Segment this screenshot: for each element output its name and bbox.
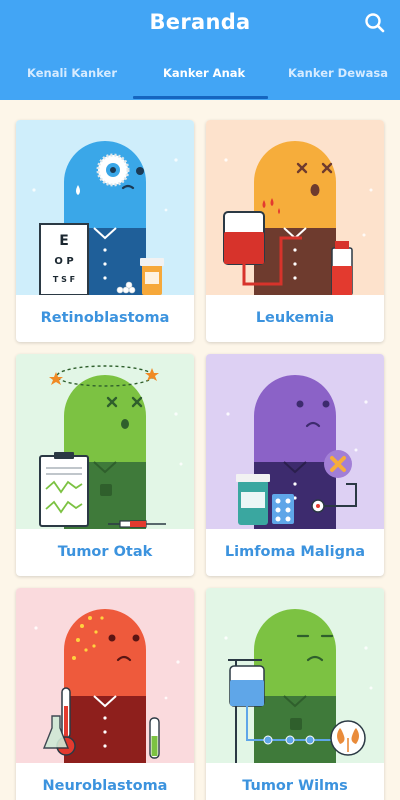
card-tumor-otak[interactable]: Tumor Otak [16, 354, 194, 576]
search-icon [365, 13, 385, 33]
card-retinoblastoma[interactable]: E O P T S F Retinoblastoma [16, 120, 194, 342]
neuroblastoma-illustration [16, 588, 194, 763]
card-tumor-wilms[interactable]: Tumor Wilms [206, 588, 384, 800]
active-tab-indicator [133, 96, 268, 99]
tab-bar: Kenali Kanker Kanker Anak Kanker Dewasa [0, 60, 400, 100]
tab-kenali-kanker[interactable]: Kenali Kanker [27, 66, 117, 80]
app-bar: Beranda Kenali Kanker Kanker Anak Kanker… [0, 0, 400, 100]
eye-chart-line-3: T S F [53, 275, 75, 284]
page-title: Beranda [149, 10, 251, 34]
retinoblastoma-illustration: E O P T S F [16, 120, 194, 295]
cancer-card-grid: E O P T S F Retinoblastoma Leukemia Tumo… [0, 100, 400, 800]
tumor-wilms-illustration [206, 588, 384, 763]
card-limfoma-maligna[interactable]: Limfoma Maligna [206, 354, 384, 576]
card-title: Tumor Wilms [242, 778, 348, 794]
tab-kanker-dewasa[interactable]: Kanker Dewasa [288, 66, 388, 80]
eye-chart-line-2: O P [54, 256, 73, 267]
card-title: Neuroblastoma [42, 778, 168, 794]
card-neuroblastoma[interactable]: Neuroblastoma [16, 588, 194, 800]
search-button[interactable] [362, 10, 388, 36]
card-title: Tumor Otak [57, 544, 153, 560]
eye-chart-line-1: E [59, 233, 69, 249]
card-leukemia[interactable]: Leukemia [206, 120, 384, 342]
card-title: Retinoblastoma [40, 310, 170, 326]
card-title: Limfoma Maligna [224, 544, 366, 560]
tab-kanker-anak[interactable]: Kanker Anak [163, 66, 245, 80]
card-title: Leukemia [255, 310, 335, 326]
leukemia-illustration [206, 120, 384, 295]
tumor-otak-illustration [16, 354, 194, 529]
limfoma-maligna-illustration [206, 354, 384, 529]
